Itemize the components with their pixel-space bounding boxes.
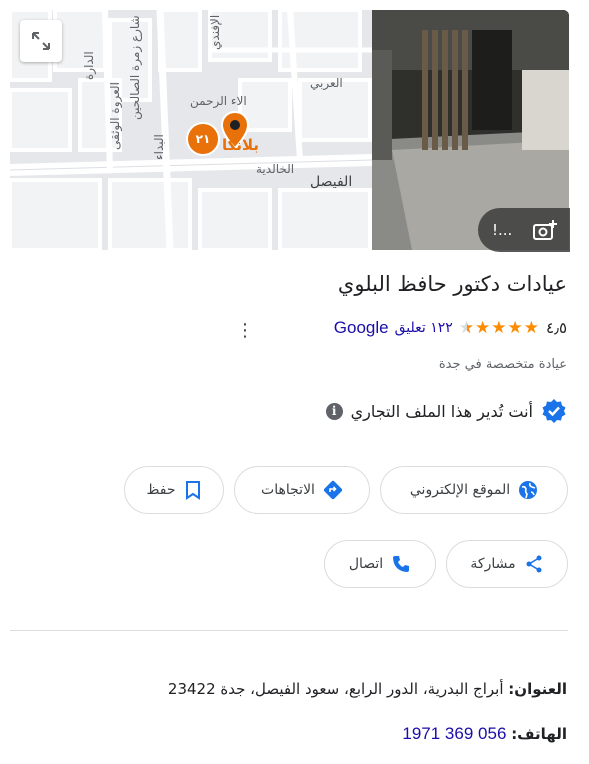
rating-row: ٤٫٥ ★★★★★★ ١٢٢ تعليق Google	[334, 318, 567, 338]
info-icon[interactable]: i	[325, 402, 343, 420]
website-label: الموقع الإلكتروني	[409, 482, 511, 498]
expand-map-button[interactable]	[20, 20, 62, 62]
fullscreen-expand-icon	[32, 32, 50, 50]
bookmark-icon	[184, 480, 202, 500]
address-row: العنوان: أبراج البدرية، الدور الرابع، سع…	[168, 680, 567, 698]
map-label-street: الإفندي	[208, 14, 222, 50]
restaurant-marker-icon[interactable]: ٢١	[186, 122, 220, 156]
map-preview[interactable]: العربي الفيصل الخالدية الإفندي شارع زمرة…	[10, 10, 372, 250]
map-label-street: العروة الوثقى	[108, 82, 122, 150]
directions-button[interactable]: الاتجاهات	[234, 466, 370, 514]
add-photo-icon	[532, 218, 558, 242]
map-label-street: الاء الرحمن	[190, 94, 247, 108]
phone-icon	[391, 554, 411, 574]
map-label-street: الدارة	[82, 51, 96, 80]
business-category: عيادة متخصصة في جدة	[438, 357, 567, 372]
share-icon	[524, 554, 544, 574]
address-label: العنوان:	[508, 680, 567, 698]
call-label: اتصال	[348, 556, 384, 572]
call-button[interactable]: اتصال	[324, 540, 436, 588]
save-button[interactable]: حفظ	[124, 466, 224, 514]
directions-label: الاتجاهات	[261, 482, 315, 498]
globe-icon	[518, 480, 538, 500]
map-label-street: شارع زمرة الصالحين	[128, 15, 142, 120]
marker-badge: ٢١	[195, 132, 211, 146]
address-value[interactable]: أبراج البدرية، الدور الرابع، سعود الفيصل…	[168, 680, 504, 698]
phone-number-link[interactable]: 056 369 1971	[402, 724, 506, 743]
save-label: حفظ	[146, 482, 176, 498]
rating-stars-icon: ★★★★★★	[458, 318, 541, 338]
photo-button-text: !...	[492, 221, 513, 239]
phone-label: الهاتف:	[511, 725, 567, 743]
verified-badge-icon	[541, 398, 567, 424]
map-label-street: الفيصل	[310, 174, 353, 190]
map-label-street: الخالدية	[256, 162, 295, 176]
section-divider	[10, 630, 568, 631]
phone-row: الهاتف: 056 369 1971	[402, 724, 567, 744]
map-label-place: بلانكا	[222, 136, 260, 154]
share-button[interactable]: مشاركة	[446, 540, 568, 588]
managed-profile-text: أنت تُدير هذا الملف التجاري	[350, 401, 533, 421]
managed-profile-row: أنت تُدير هذا الملف التجاري i	[325, 398, 567, 424]
share-label: مشاركة	[470, 556, 516, 572]
rating-value: ٤٫٥	[546, 319, 567, 337]
directions-icon	[323, 480, 343, 500]
website-button[interactable]: الموقع الإلكتروني	[380, 466, 568, 514]
reviews-count-link[interactable]: ١٢٢ تعليق	[395, 320, 453, 336]
add-photo-button[interactable]: !...	[478, 208, 570, 252]
more-options-icon[interactable]: ⋮	[236, 320, 254, 341]
map-label-street: العربي	[310, 76, 343, 90]
reviews-source: Google	[333, 318, 389, 337]
map-label-street: البداء	[152, 134, 166, 160]
business-title: عيادات دكتور حافظ البلوي	[337, 272, 567, 296]
